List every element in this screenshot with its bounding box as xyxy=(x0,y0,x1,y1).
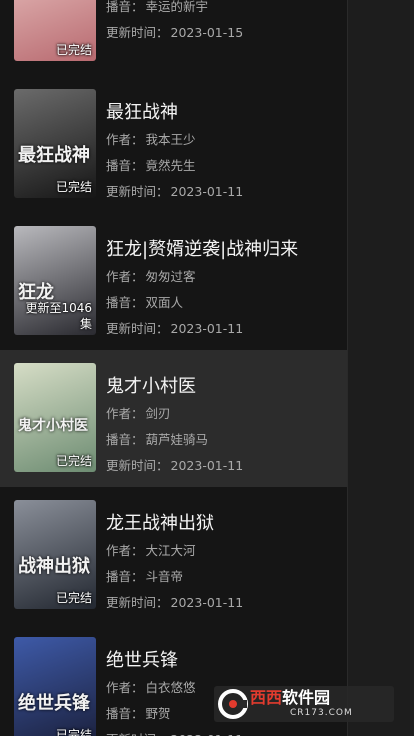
book-cover[interactable]: 鬼才小村医已完结 xyxy=(14,363,96,472)
narrator-line-value: 竟然先生 xyxy=(145,158,196,173)
narrator-line: 播音： 斗音帝 xyxy=(106,569,339,595)
narrator-line: 播音： 幸运的新宇 xyxy=(106,0,339,25)
dimmed-overlay[interactable] xyxy=(348,0,414,736)
book-list-item[interactable]: 已完结作者：播音：幸运的新宇更新时间：2023-01-15 xyxy=(0,0,347,76)
cover-title-art: 绝世兵锋 xyxy=(18,693,90,714)
update-time-line-value: 2023-01-11 xyxy=(170,321,244,336)
author-line-value: 匆匆过客 xyxy=(145,269,196,284)
update-time-line: 更新时间：2023-01-11 xyxy=(106,184,339,210)
author-line-value: 白衣悠悠 xyxy=(145,680,196,695)
screen: 已完结作者：播音：幸运的新宇更新时间：2023-01-15最狂战神已完结最狂战神… xyxy=(0,0,414,736)
book-list-item[interactable]: 战神出狱 已完结 龙王战神出狱 作者： 大江大河 播音： 斗音帝 更新时间： 2023-01-1… xyxy=(0,487,347,624)
book-info: 作者：播音：幸运的新宇更新时间：2023-01-15 xyxy=(106,0,339,51)
book-cover[interactable]: 已完结 xyxy=(14,0,96,61)
update-time-line: 更新时间： 2023-01-15 xyxy=(106,25,339,51)
cover-title-art: 鬼才小村医 xyxy=(18,418,88,434)
book-title[interactable]: 最狂战神 xyxy=(106,102,339,124)
book-list-item[interactable]: 狂龙 更新至1046集 狂龙|赘婿逆袭|战神归来 作者： 匆匆过客 播音： 双面人 更新时间：… xyxy=(0,213,347,350)
author-line-label: 作者： xyxy=(106,406,144,421)
author-line-value: 剑刃 xyxy=(145,406,171,421)
book-list-panel: 已完结作者：播音：幸运的新宇更新时间：2023-01-15最狂战神已完结最狂战神… xyxy=(0,0,348,736)
cover-title-art: 最狂战神 xyxy=(18,145,90,166)
update-time-line-value: 2023-01-11 xyxy=(170,184,244,199)
book-cover[interactable]: 最狂战神已完结 xyxy=(14,89,96,198)
book-cover[interactable]: 绝世兵锋已完结 xyxy=(14,637,96,736)
book-info: 龙王战神出狱 作者： 大江大河 播音： 斗音帝 更新时间： 2023-01-11 xyxy=(106,513,339,621)
update-time-line: 更新时间：2023-01-11 xyxy=(106,595,339,621)
update-time-line-value: 2023-01-11 xyxy=(170,595,244,610)
update-time-line-value: 2023-01-15 xyxy=(170,25,244,40)
narrator-line-value: 葫芦娃骑马 xyxy=(145,432,209,447)
site-logo-icon xyxy=(218,689,248,719)
narrator-line-value: 幸运的新宇 xyxy=(145,0,209,14)
narrator-line-label: 播音： xyxy=(106,295,144,310)
narrator-line-label: 播音： xyxy=(106,0,144,14)
update-time-line-value: 2023-01-11 xyxy=(171,732,244,736)
watermark-domain: CR173.COM xyxy=(290,708,353,718)
author-line-value: 大江大河 xyxy=(145,543,196,558)
author-line-label: 作者： xyxy=(106,543,144,558)
narrator-line: 播音： 双面人 xyxy=(106,295,339,321)
status-badge: 已完结 xyxy=(55,454,92,468)
book-cover[interactable]: 狂龙 更新至1046集 xyxy=(14,226,96,335)
watermark: 西西软件园 CR173.COM xyxy=(214,686,394,722)
update-time-line: 更新时间：2023-01-11 xyxy=(106,321,339,347)
narrator-line-value: 双面人 xyxy=(145,295,184,310)
narrator-line-label: 播音： xyxy=(106,158,144,173)
update-time-line-label: 更新时间： xyxy=(106,595,169,610)
narrator-line-value: 野贺 xyxy=(145,706,171,721)
cover-artwork xyxy=(14,637,96,736)
book-list: 已完结作者：播音：幸运的新宇更新时间：2023-01-15最狂战神已完结最狂战神… xyxy=(0,0,347,736)
update-time-line-label: 更新时间： xyxy=(106,25,169,40)
update-time-line-label: 更新时间： xyxy=(106,321,169,336)
watermark-brand: 西西软件园 xyxy=(250,688,331,707)
status-badge: 已完结 xyxy=(55,43,92,57)
book-title[interactable]: 鬼才小村医 xyxy=(106,376,339,398)
update-time-line-label: 更新时间： xyxy=(106,732,169,736)
narrator-line-label: 播音： xyxy=(106,432,144,447)
status-badge: 已完结 xyxy=(55,180,92,194)
book-title[interactable]: 绝世兵锋 xyxy=(106,650,339,672)
status-badge: 已完结 xyxy=(55,591,92,605)
author-line: 作者： 大江大河 xyxy=(106,543,339,569)
book-cover[interactable]: 战神出狱已完结 xyxy=(14,500,96,609)
status-badge: 已完结 xyxy=(55,728,92,736)
book-list-item[interactable]: 最狂战神 已完结 最狂战神 作者： 我本王少 播音： 竟然先生 更新时间： 2023-01-11 xyxy=(0,76,347,213)
update-time-line-value: 2023-01-11 xyxy=(170,458,244,473)
cover-title-art: 战神出狱 xyxy=(18,556,90,577)
author-line: 作者： 剑刃 xyxy=(106,406,339,432)
narrator-line-value: 斗音帝 xyxy=(145,569,184,584)
update-time-line: 更新时间：2023-01-11 xyxy=(106,732,339,736)
update-time-line: 更新时间：2023-01-11 xyxy=(106,458,339,484)
author-line: 作者： 我本王少 xyxy=(106,132,339,158)
book-info: 鬼才小村医 作者： 剑刃 播音： 葫芦娃骑马 更新时间： 2023-01-11 xyxy=(106,376,339,484)
book-list-item[interactable]: 鬼才小村医 已完结 鬼才小村医 作者： 剑刃 播音： 葫芦娃骑马 更新时间： 2023-01-1… xyxy=(0,350,347,487)
author-line: 作者： 匆匆过客 xyxy=(106,269,339,295)
narrator-line-label: 播音： xyxy=(106,706,144,721)
author-line-value: 我本王少 xyxy=(145,132,196,147)
status-badge: 更新至1046集 xyxy=(25,301,92,331)
update-time-line-label: 更新时间： xyxy=(106,458,169,473)
book-info: 狂龙|赘婿逆袭|战神归来 作者： 匆匆过客 播音： 双面人 更新时间： 2023-01-11 xyxy=(106,239,339,347)
book-title[interactable]: 狂龙|赘婿逆袭|战神归来 xyxy=(106,239,339,261)
narrator-line: 播音： 竟然先生 xyxy=(106,158,339,184)
book-title[interactable]: 龙王战神出狱 xyxy=(106,513,339,535)
narrator-line: 播音： 葫芦娃骑马 xyxy=(106,432,339,458)
author-line-label: 作者： xyxy=(106,680,144,695)
author-line-label: 作者： xyxy=(106,132,144,147)
author-line-label: 作者： xyxy=(106,269,144,284)
book-info: 最狂战神 作者： 我本王少 播音： 竟然先生 更新时间： 2023-01-11 xyxy=(106,102,339,210)
update-time-line-label: 更新时间： xyxy=(106,184,169,199)
narrator-line-label: 播音： xyxy=(106,569,144,584)
